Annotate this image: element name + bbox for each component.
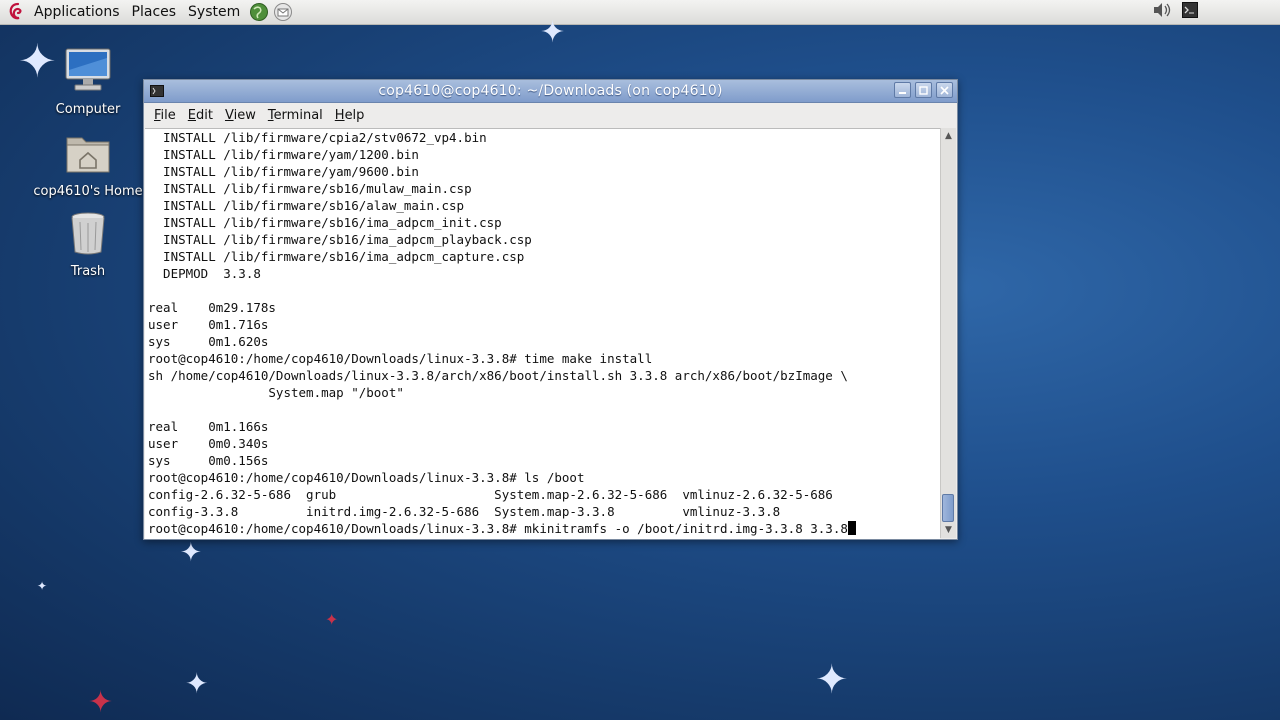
terminal-output[interactable]: INSTALL /lib/firmware/cpia2/stv0672_vp4.… xyxy=(145,128,940,539)
desktop-icon-label: cop4610's Home xyxy=(33,184,143,199)
menu-help[interactable]: Help xyxy=(329,108,371,123)
terminal-line: real 0m29.178s xyxy=(148,300,276,315)
desktop-icon-trash[interactable]: Trash xyxy=(33,208,143,279)
top-panel: Applications Places System xyxy=(0,0,1280,25)
applications-menu[interactable]: Applications xyxy=(28,0,126,25)
panel-menus: Applications Places System xyxy=(0,0,294,25)
terminal-line: DEPMOD 3.3.8 xyxy=(148,266,261,281)
terminal-line: user 0m0.340s xyxy=(148,436,269,451)
desktop-icon-label: Computer xyxy=(55,102,121,117)
terminal-line: root@cop4610:/home/cop4610/Downloads/lin… xyxy=(148,351,653,366)
minimize-icon xyxy=(899,91,906,94)
scroll-up-arrow-icon[interactable]: ▲ xyxy=(941,129,956,143)
places-menu[interactable]: Places xyxy=(126,0,183,25)
prompt-command: root@cop4610:/home/cop4610/Downloads/lin… xyxy=(148,521,848,536)
panel-tray xyxy=(1152,1,1280,23)
terminal-line: INSTALL /lib/firmware/yam/9600.bin xyxy=(148,164,419,179)
terminal-window: cop4610@cop4610: ~/Downloads (on cop4610… xyxy=(143,79,958,540)
star-decoration: ✦ xyxy=(540,15,566,50)
window-menubar: File Edit View Terminal Help xyxy=(144,103,957,127)
menu-file[interactable]: File xyxy=(148,108,182,123)
window-titlebar[interactable]: cop4610@cop4610: ~/Downloads (on cop4610… xyxy=(144,80,957,103)
star-decoration: ✦ xyxy=(88,685,114,720)
desktop-icon-label: Trash xyxy=(70,264,106,279)
terminal-line: sys 0m0.156s xyxy=(148,453,269,468)
window-controls xyxy=(894,82,953,98)
desktop-icon-home[interactable]: cop4610's Home xyxy=(33,128,143,199)
trash-icon xyxy=(71,212,105,255)
system-menu[interactable]: System xyxy=(182,0,246,25)
terminal-line: root@cop4610:/home/cop4610/Downloads/lin… xyxy=(148,470,585,485)
menu-view[interactable]: View xyxy=(219,108,262,123)
terminal-line: INSTALL /lib/firmware/sb16/ima_adpcm_pla… xyxy=(148,232,532,247)
desktop-icon-computer[interactable]: Computer xyxy=(33,46,143,117)
volume-icon[interactable] xyxy=(1152,1,1172,23)
debian-swirl-icon[interactable] xyxy=(6,1,28,23)
scroll-down-arrow-icon[interactable]: ▼ xyxy=(941,523,956,537)
close-button[interactable] xyxy=(936,82,953,98)
terminal-line: INSTALL /lib/firmware/sb16/mulaw_main.cs… xyxy=(148,181,472,196)
terminal-line: INSTALL /lib/firmware/yam/1200.bin xyxy=(148,147,419,162)
star-decoration: ✦ xyxy=(180,538,202,568)
network-browser-icon[interactable] xyxy=(248,1,270,23)
home-folder-icon xyxy=(66,137,110,173)
menu-edit[interactable]: Edit xyxy=(182,108,219,123)
terminal-prompt-line: root@cop4610:/home/cop4610/Downloads/lin… xyxy=(145,520,940,537)
terminal-line: sys 0m1.620s xyxy=(148,334,269,349)
menu-terminal[interactable]: Terminal xyxy=(262,108,329,123)
scrollbar-thumb[interactable] xyxy=(942,494,954,522)
terminal-line: INSTALL /lib/firmware/cpia2/stv0672_vp4.… xyxy=(148,130,487,145)
terminal-applet-icon[interactable] xyxy=(1182,2,1198,22)
window-title: cop4610@cop4610: ~/Downloads (on cop4610… xyxy=(378,83,723,99)
star-decoration: ✦ xyxy=(815,657,849,703)
computer-icon xyxy=(65,48,111,91)
star-decoration: ✦ xyxy=(185,667,209,700)
terminal-line: System.map "/boot" xyxy=(148,385,404,400)
terminal-scrollbar[interactable]: ▲ ▼ xyxy=(940,128,956,538)
star-decoration: ✦ xyxy=(325,610,339,629)
minimize-button[interactable] xyxy=(894,82,911,98)
terminal-line: real 0m1.166s xyxy=(148,419,269,434)
terminal-line: INSTALL /lib/firmware/sb16/alaw_main.csp xyxy=(148,198,465,213)
mail-icon[interactable] xyxy=(272,1,294,23)
terminal-line: user 0m1.716s xyxy=(148,317,269,332)
terminal-line: sh /home/cop4610/Downloads/linux-3.3.8/a… xyxy=(148,368,848,383)
terminal-line: INSTALL /lib/firmware/sb16/ima_adpcm_ini… xyxy=(148,215,502,230)
maximize-button[interactable] xyxy=(915,82,932,98)
terminal-line: INSTALL /lib/firmware/sb16/ima_adpcm_cap… xyxy=(148,249,525,264)
close-icon xyxy=(940,85,949,95)
star-decoration: ✦ xyxy=(37,579,48,593)
maximize-icon xyxy=(919,85,928,95)
terminal-cursor xyxy=(847,521,856,535)
terminal-line: config-2.6.32-5-686 grub System.map-2.6.… xyxy=(148,487,833,502)
terminal-line: config-3.3.8 initrd.img-2.6.32-5-686 Sys… xyxy=(148,504,781,519)
